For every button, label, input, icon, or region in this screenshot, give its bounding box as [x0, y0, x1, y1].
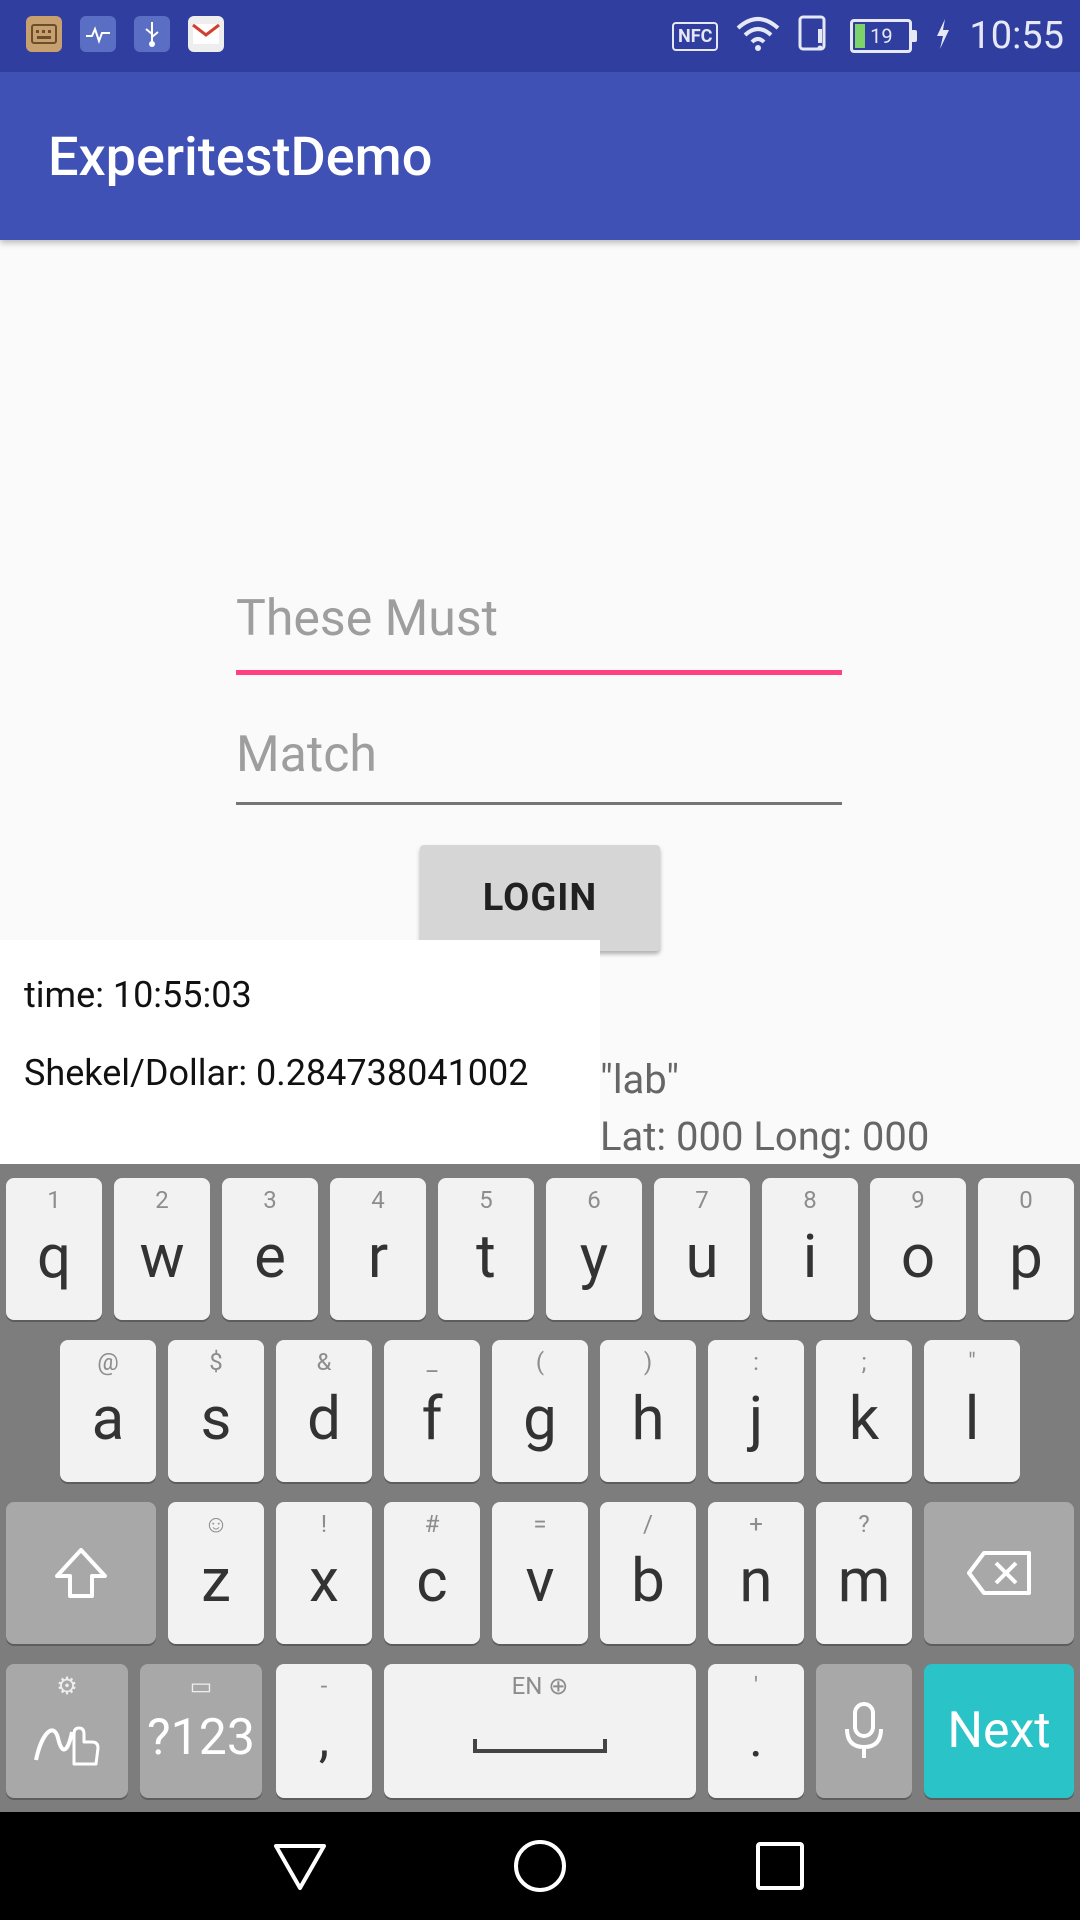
key-h[interactable]: ) h: [600, 1340, 696, 1482]
app-bar: ExperitestDemo: [0, 72, 1080, 240]
key-p[interactable]: 0p: [978, 1178, 1074, 1320]
key-w[interactable]: 2w: [114, 1178, 210, 1320]
gmail-icon: [188, 16, 224, 52]
key-g[interactable]: (g: [492, 1340, 588, 1482]
exchange-rate-text: Shekel/Dollar: 0.284738041002: [24, 1052, 529, 1094]
usb-icon: [134, 16, 170, 52]
back-icon[interactable]: [272, 1838, 328, 1894]
space-key[interactable]: EN ⊕: [384, 1664, 696, 1798]
key-comma[interactable]: -,: [276, 1664, 372, 1798]
app-title: ExperitestDemo: [48, 126, 433, 189]
shift-icon: [55, 1548, 107, 1598]
key-u[interactable]: 7u: [654, 1178, 750, 1320]
gesture-settings-key[interactable]: ⚙: [6, 1664, 128, 1798]
key-n[interactable]: + n: [708, 1502, 804, 1644]
key-a[interactable]: @ a: [60, 1340, 156, 1482]
microphone-icon: [845, 1702, 883, 1758]
key-c[interactable]: # c: [384, 1502, 480, 1644]
coordinates-text: Lat: 000 Long: 000: [600, 1113, 930, 1160]
key-j[interactable]: :j: [708, 1340, 804, 1482]
voice-input-key[interactable]: [816, 1664, 912, 1798]
key-period[interactable]: '.: [708, 1664, 804, 1798]
key-z[interactable]: ☺ z: [168, 1502, 264, 1644]
nfc-icon: NFC: [672, 21, 719, 51]
key-r[interactable]: 4r: [330, 1178, 426, 1320]
recents-icon[interactable]: [752, 1838, 808, 1894]
home-icon[interactable]: [512, 1838, 568, 1894]
next-key[interactable]: Next: [924, 1664, 1074, 1798]
key-s[interactable]: $ s: [168, 1340, 264, 1482]
charging-icon: [935, 19, 951, 53]
location-name: "lab": [600, 1056, 680, 1103]
password-field[interactable]: Match: [236, 726, 842, 805]
backspace-key[interactable]: [924, 1502, 1074, 1644]
battery-level: 19: [870, 24, 893, 48]
key-k[interactable]: ; k: [816, 1340, 912, 1482]
gesture-typing-icon: [34, 1726, 100, 1766]
login-button[interactable]: LOGIN: [420, 845, 660, 951]
key-y[interactable]: 6y: [546, 1178, 642, 1320]
key-x[interactable]: ! x: [276, 1502, 372, 1644]
key-e[interactable]: 3e: [222, 1178, 318, 1320]
shift-key[interactable]: [6, 1502, 156, 1644]
battery-icon: 19: [850, 19, 918, 53]
info-panel: time: 10:55:03 Shekel/Dollar: 0.28473804…: [0, 940, 600, 1164]
settings-gear-icon: ⚙: [56, 1672, 78, 1700]
key-m[interactable]: ? m: [816, 1502, 912, 1644]
symbols-key[interactable]: ▭ ?123: [140, 1664, 262, 1798]
key-f[interactable]: _ f: [384, 1340, 480, 1482]
password-field-placeholder: Match: [236, 726, 377, 784]
backspace-icon: [967, 1551, 1031, 1595]
space-bar-icon: [473, 1739, 607, 1753]
key-v[interactable]: = v: [492, 1502, 588, 1644]
language-indicator: EN ⊕: [511, 1672, 569, 1700]
username-field-text: These Must: [236, 590, 498, 648]
key-d[interactable]: & d: [276, 1340, 372, 1482]
health-icon: [80, 16, 116, 52]
key-l[interactable]: " l: [924, 1340, 1020, 1482]
keyboard-icon: [26, 16, 62, 52]
key-b[interactable]: / b: [600, 1502, 696, 1644]
status-clock: 10:55: [969, 14, 1064, 58]
key-q[interactable]: 1q: [6, 1178, 102, 1320]
status-bar: NFC 19 10:55: [0, 0, 1080, 72]
key-i[interactable]: 8i: [762, 1178, 858, 1320]
key-o[interactable]: 9o: [870, 1178, 966, 1320]
sim-alert-icon: [798, 15, 832, 57]
time-text: time: 10:55:03: [24, 974, 252, 1016]
status-right-icons: NFC 19 10:55: [672, 10, 1064, 62]
wifi-icon: [736, 16, 780, 56]
key-t[interactable]: 5t: [438, 1178, 534, 1320]
soft-keyboard: 1q 2w 3e 4r 5t 6y 7u 8i 9o 0p @ a $ s & d _…: [0, 1164, 1080, 1812]
navigation-bar: [0, 1812, 1080, 1920]
clipboard-icon: ▭: [189, 1672, 213, 1700]
username-field[interactable]: These Must: [236, 590, 842, 675]
